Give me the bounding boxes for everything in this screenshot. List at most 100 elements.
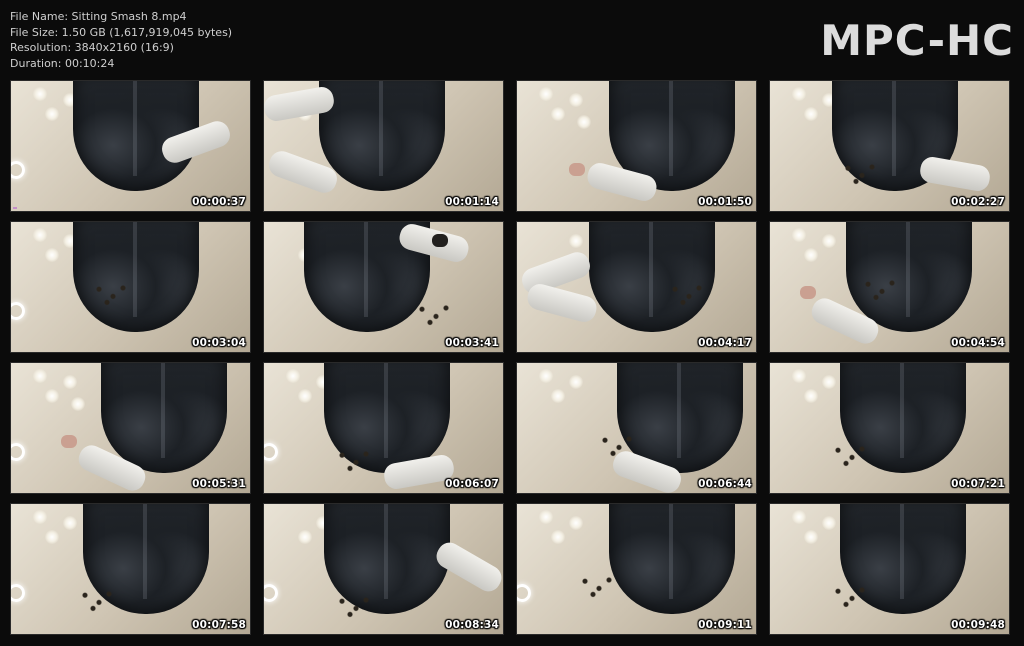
lamp-light <box>298 530 312 544</box>
lamp-light <box>539 510 553 524</box>
timestamp-label: 00:09:11 <box>698 619 752 631</box>
thumbnail-frame-15: 00:09:11 <box>516 503 757 635</box>
lamp-light <box>804 107 818 121</box>
thumbnail-grid: 00:00:37 00:01:14 00:01:50 00:02:27 00:0… <box>10 80 1014 635</box>
debris <box>414 302 454 326</box>
hand <box>432 234 448 247</box>
lamp-light <box>804 248 818 262</box>
lamp-light <box>63 516 77 530</box>
lamp-light <box>822 234 836 248</box>
lamp-light <box>569 234 583 248</box>
thumbnail-frame-13: 00:07:58 <box>10 503 251 635</box>
app-logo: MPC-HC <box>820 16 1014 65</box>
thumbnail-frame-1: 00:00:37 <box>10 80 251 212</box>
timestamp-label: 00:02:27 <box>951 196 1005 208</box>
file-size-line: File Size: 1.50 GB (1,617,919,045 bytes) <box>10 25 233 39</box>
ring-light <box>264 584 278 602</box>
lamp-light <box>45 248 59 262</box>
thumbnail-frame-5: 00:03:04 <box>10 221 251 353</box>
ring-light <box>264 443 278 461</box>
timestamp-label: 00:07:21 <box>951 478 1005 490</box>
timestamp-label: 00:08:34 <box>445 619 499 631</box>
lamp-light <box>45 389 59 403</box>
timestamp-label: 00:06:07 <box>445 478 499 490</box>
resolution-line: Resolution: 3840x2160 (16:9) <box>10 41 174 54</box>
lamp-light <box>551 530 565 544</box>
thumbnail-frame-6: 00:03:41 <box>263 221 504 353</box>
lamp-light <box>45 530 59 544</box>
duration-line: Duration: 00:10:24 <box>10 56 115 70</box>
lamp-light <box>33 228 47 242</box>
lamp-light <box>792 510 806 524</box>
thumbnail-frame-14: 00:08:34 <box>263 503 504 635</box>
thumbnail-frame-2: 00:01:14 <box>263 80 504 212</box>
lamp-light <box>33 369 47 383</box>
debris <box>77 588 117 612</box>
timestamp-label: 00:05:31 <box>192 478 246 490</box>
lamp-light <box>792 369 806 383</box>
hand <box>569 163 585 176</box>
timestamp-label: 00:01:14 <box>445 196 499 208</box>
lamp-light <box>71 397 85 411</box>
lamp-light <box>286 369 300 383</box>
lamp-light <box>551 389 565 403</box>
thumbnail-frame-3: 00:01:50 <box>516 80 757 212</box>
thumbnail-frame-16: 00:09:48 <box>769 503 1010 635</box>
lamp-light <box>539 369 553 383</box>
debris <box>597 433 637 457</box>
lamp-light <box>551 107 565 121</box>
timestamp-label: 00:03:41 <box>445 337 499 349</box>
sleeve <box>918 155 992 193</box>
debris <box>667 282 707 306</box>
lamp-light <box>577 115 591 129</box>
sleeve <box>432 538 503 596</box>
lamp-light <box>45 107 59 121</box>
ring-light <box>11 302 25 320</box>
lamp-light <box>792 228 806 242</box>
lamp-light <box>792 87 806 101</box>
debris <box>577 574 617 598</box>
ring-light <box>11 443 25 461</box>
timestamp-label: 00:04:54 <box>951 337 1005 349</box>
timestamp-label: 00:09:48 <box>951 619 1005 631</box>
thumbnail-frame-7: 00:04:17 <box>516 221 757 353</box>
lamp-light <box>33 510 47 524</box>
lamp-light <box>569 516 583 530</box>
debris <box>830 443 870 467</box>
timestamp-label: 00:04:17 <box>698 337 752 349</box>
timestamp-label: 00:07:58 <box>192 619 246 631</box>
subject-figure <box>73 222 199 332</box>
thumbnail-frame-11: 00:06:44 <box>516 362 757 494</box>
lamp-light <box>822 375 836 389</box>
lamp-light <box>33 87 47 101</box>
debris <box>334 448 374 472</box>
subject-figure <box>609 504 735 614</box>
lamp-light <box>539 87 553 101</box>
timestamp-label: 00:06:44 <box>698 478 752 490</box>
file-name-line: File Name: Sitting Smash 8.mp4 <box>10 10 187 23</box>
ring-light <box>11 584 25 602</box>
sleeve <box>524 281 600 325</box>
debris <box>860 277 900 301</box>
timestamp-label: 00:01:50 <box>698 196 752 208</box>
thumbnail-frame-12: 00:07:21 <box>769 362 1010 494</box>
debris <box>830 584 870 608</box>
debris <box>91 282 131 306</box>
lamp-light <box>63 375 77 389</box>
debris <box>840 161 880 185</box>
timestamp-label: 00:00:37 <box>192 196 246 208</box>
lamp-light <box>298 389 312 403</box>
lamp-light <box>822 516 836 530</box>
debris <box>334 594 374 618</box>
color-mark <box>13 207 17 209</box>
lamp-light <box>569 93 583 107</box>
thumbnail-frame-8: 00:04:54 <box>769 221 1010 353</box>
hand <box>61 435 77 448</box>
thumbnail-frame-9: 00:05:31 <box>10 362 251 494</box>
lamp-light <box>569 375 583 389</box>
lamp-light <box>804 389 818 403</box>
subject-figure <box>589 222 715 332</box>
lamp-light <box>804 530 818 544</box>
thumbnail-frame-4: 00:02:27 <box>769 80 1010 212</box>
file-info-panel: File Name: Sitting Smash 8.mp4 File Size… <box>10 9 232 71</box>
